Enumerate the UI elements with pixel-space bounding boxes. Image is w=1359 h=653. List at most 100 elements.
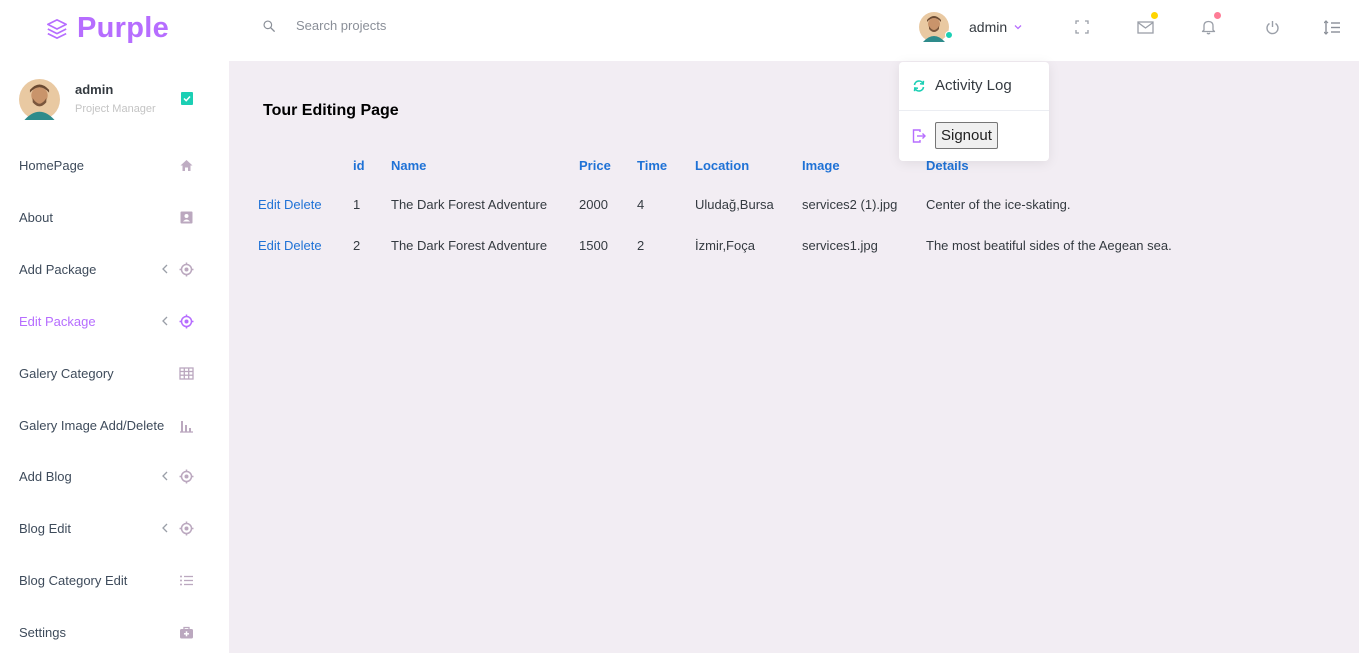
home-icon: [180, 159, 193, 171]
cell-name: The Dark Forest Adventure: [391, 197, 548, 212]
cell-time: 2: [637, 238, 645, 253]
online-status-dot: [945, 31, 953, 39]
settings-panel-toggle[interactable]: [1323, 18, 1341, 36]
notification-badge: [1214, 12, 1221, 19]
row-actions: Edit Delete: [254, 184, 349, 225]
logout-icon: [912, 129, 926, 143]
sidebar-item-blog-edit[interactable]: Blog Edit: [0, 508, 229, 548]
fullscreen-button[interactable]: [1073, 18, 1091, 36]
page-title: Tour Editing Page: [263, 102, 399, 119]
dropdown-divider: [899, 110, 1049, 111]
cell-details: The most beatiful sides of the Aegean se…: [926, 238, 1172, 253]
cell-id: 2: [353, 238, 361, 253]
chevron-left-icon: [162, 471, 168, 481]
edit-link[interactable]: Edit: [258, 197, 280, 212]
brand-name: Purple: [77, 12, 170, 44]
signout-item[interactable]: Signout: [899, 122, 1049, 151]
sidebar-profile[interactable]: admin Project Manager: [19, 79, 209, 120]
column-header-actions: [254, 147, 349, 184]
fullscreen-icon: [1075, 20, 1089, 34]
cell-image: services2 (1).jpg: [802, 197, 898, 212]
sidebar-item-label: Edit Package: [19, 313, 96, 329]
edit-link[interactable]: Edit: [258, 238, 280, 253]
brand-logo[interactable]: Purple: [46, 12, 169, 45]
profile-dropdown: Activity Log Signout: [899, 62, 1049, 161]
row-actions: Edit Delete: [254, 225, 349, 266]
sidebar: admin Project Manager HomePage About Add…: [0, 61, 229, 653]
cell-location: Uludağ,Bursa: [695, 197, 774, 212]
sidebar-item-edit-package[interactable]: Edit Package: [0, 301, 229, 341]
column-header-name: Name: [391, 158, 427, 173]
sidebar-item-add-package[interactable]: Add Package: [0, 249, 229, 289]
column-header-time: Time: [637, 158, 668, 173]
activity-log-item[interactable]: Activity Log: [899, 76, 1049, 96]
cell-time: 4: [637, 197, 645, 212]
sidebar-item-blog-category-edit[interactable]: Blog Category Edit: [0, 560, 229, 600]
cell-price: 1500: [579, 238, 608, 253]
medical-bag-icon: [180, 626, 193, 638]
sidebar-item-label: Blog Edit: [19, 520, 72, 536]
menu-list-icon: [1323, 19, 1340, 35]
sidebar-item-label: Galery Category: [19, 365, 114, 381]
avatar: [19, 79, 60, 120]
tours-table: id Name Price Time Location Image Detail…: [254, 147, 1176, 266]
sidebar-item-label: About: [19, 209, 53, 225]
cell-id: 1: [353, 197, 361, 212]
column-header-id: id: [353, 158, 365, 173]
cell-location: İzmir,Foça: [695, 238, 755, 253]
notifications-button[interactable]: [1199, 12, 1221, 36]
bookmark-check-icon: [181, 92, 193, 105]
signout-button[interactable]: Signout: [935, 122, 998, 149]
mail-icon: [1136, 20, 1154, 34]
cell-image: services1.jpg: [802, 238, 878, 253]
cell-price: 2000: [579, 197, 608, 212]
list-icon: [180, 575, 193, 585]
mail-badge: [1151, 12, 1158, 19]
chevron-down-icon: [1014, 25, 1022, 30]
top-navbar: Purple admin: [0, 0, 1359, 61]
sidebar-item-homepage[interactable]: HomePage: [0, 145, 229, 185]
sidebar-item-label: Galery Image Add/Delete: [19, 417, 165, 433]
column-header-price: Price: [579, 158, 611, 173]
activity-log-label: Activity Log: [935, 77, 1012, 94]
search-icon: [263, 19, 275, 32]
mail-button[interactable]: [1136, 12, 1158, 36]
delete-link[interactable]: Delete: [284, 197, 322, 212]
cached-icon: [913, 80, 925, 92]
table-row: Edit Delete 1 The Dark Forest Adventure …: [254, 184, 1176, 225]
crosshairs-icon: [179, 262, 194, 276]
table-row: Edit Delete 2 The Dark Forest Adventure …: [254, 225, 1176, 266]
crosshairs-icon: [179, 469, 194, 483]
sidebar-item-galery-image[interactable]: Galery Image Add/Delete: [0, 405, 229, 445]
search-input[interactable]: [296, 18, 596, 33]
chevron-left-icon: [162, 316, 168, 326]
sidebar-profile-role: Project Manager: [75, 103, 156, 115]
sidebar-item-label: Add Blog: [19, 468, 72, 484]
column-header-location: Location: [695, 158, 750, 173]
power-icon: [1265, 20, 1279, 34]
sidebar-item-add-blog[interactable]: Add Blog: [0, 456, 229, 496]
sidebar-item-about[interactable]: About: [0, 197, 229, 237]
sidebar-item-label: Add Package: [19, 261, 97, 277]
sidebar-item-label: Settings: [19, 624, 66, 640]
crosshairs-icon: [179, 314, 194, 328]
sidebar-item-galery-category[interactable]: Galery Category: [0, 353, 229, 393]
search-bar: [262, 18, 596, 33]
bell-icon: [1201, 20, 1215, 35]
sidebar-item-settings[interactable]: Settings: [0, 612, 229, 652]
table-icon: [179, 366, 194, 380]
sidebar-item-label: HomePage: [19, 157, 85, 173]
layers-icon: [47, 18, 67, 39]
cell-details: Center of the ice-skating.: [926, 197, 1071, 212]
navbar-user-name: admin: [969, 19, 1008, 35]
bar-chart-icon: [180, 420, 193, 433]
sidebar-profile-name: admin: [75, 82, 114, 97]
avatar: [919, 12, 953, 42]
delete-link[interactable]: Delete: [284, 238, 322, 253]
contacts-icon: [180, 211, 193, 223]
sidebar-item-label: Blog Category Edit: [19, 572, 128, 588]
navbar-profile-toggle[interactable]: admin: [919, 12, 1023, 42]
cell-name: The Dark Forest Adventure: [391, 238, 548, 253]
logout-button[interactable]: [1263, 18, 1281, 36]
avatar-image: [919, 12, 949, 42]
